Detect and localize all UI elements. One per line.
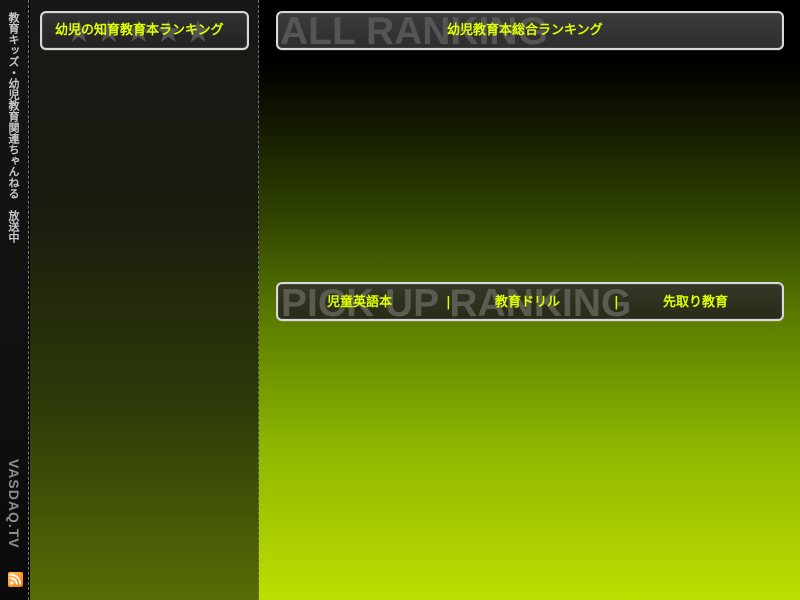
- pickup-link-early-education[interactable]: 先取り教育: [663, 296, 743, 309]
- vertical-channel-title: 教育キッズ・幼児教育関連ちゃんねる 放送中: [7, 12, 20, 243]
- pickup-link-children-english-books[interactable]: 児童英語本: [327, 296, 446, 309]
- pickup-separator: |: [614, 295, 619, 310]
- pickup-link-education-drills[interactable]: 教育ドリル: [495, 296, 614, 309]
- left-vertical-rail: 教育キッズ・幼児教育関連ちゃんねる 放送中 VASDAQ.TV: [0, 0, 29, 600]
- pickup-ranking-links: 児童英語本 | 教育ドリル | 先取り教育: [327, 295, 743, 310]
- pickup-ranking-nav: PICK UP RANKING 児童英語本 | 教育ドリル | 先取り教育: [276, 282, 784, 321]
- vasdaq-education-ranking-page: 教育キッズ・幼児教育関連ちゃんねる 放送中 VASDAQ.TV ★★★★★ 幼児…: [0, 0, 800, 600]
- children-education-ranking-label: 幼児の知育教育本ランキング: [55, 23, 224, 38]
- all-ranking-button[interactable]: ALL RANKING 幼児教育本総合ランキング: [276, 11, 784, 50]
- children-education-ranking-button[interactable]: ★★★★★ 幼児の知育教育本ランキング: [40, 11, 249, 50]
- vertical-brand-text[interactable]: VASDAQ.TV: [6, 459, 22, 549]
- rss-icon[interactable]: [8, 572, 23, 587]
- rss-glyph-icon: [10, 573, 22, 585]
- side-ranking-panel: [30, 0, 259, 600]
- all-ranking-label: 幼児教育本総合ランキング: [447, 23, 603, 38]
- pickup-separator: |: [446, 295, 451, 310]
